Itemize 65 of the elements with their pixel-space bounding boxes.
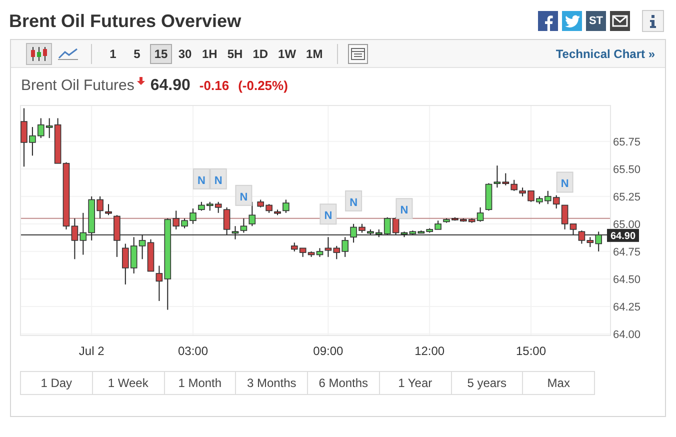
layout-icon[interactable]	[348, 44, 368, 64]
annotation: N	[214, 174, 222, 187]
x-axis-label: 09:00	[313, 344, 344, 358]
candle	[198, 201, 205, 212]
annotation: N	[324, 210, 332, 222]
y-axis-label: 64.00	[613, 329, 641, 341]
candle	[528, 190, 534, 202]
current-price-label: 64.90	[607, 228, 639, 242]
candle	[29, 126, 36, 156]
y-axis-label: 65.50	[613, 164, 641, 176]
candle	[536, 196, 543, 205]
candle	[350, 223, 357, 244]
info-icon[interactable]	[642, 10, 664, 32]
candle	[367, 228, 374, 236]
annotation: N	[197, 174, 206, 187]
candle	[443, 218, 450, 224]
candle	[282, 199, 290, 214]
x-axis-label: Jul 2	[78, 344, 104, 358]
candle	[274, 209, 281, 216]
interval-button[interactable]: 1	[102, 44, 124, 64]
interval-button[interactable]: 1W	[274, 44, 300, 64]
interval-button[interactable]: 15	[150, 44, 172, 64]
candle	[358, 223, 366, 234]
annotation: N	[350, 196, 358, 209]
candle	[114, 214, 120, 258]
candle	[266, 204, 272, 214]
candle	[434, 220, 442, 230]
instrument-name: Brent Oil Futures	[21, 76, 134, 96]
interval-button[interactable]: 30	[174, 44, 196, 64]
candle	[181, 218, 188, 229]
candle	[105, 204, 112, 216]
y-axis-label: 65.00	[613, 218, 641, 231]
stocktwits-icon[interactable]: ST	[586, 11, 606, 31]
candlestick-icon	[30, 46, 48, 60]
candle	[452, 216, 458, 222]
interval-button[interactable]: 5	[126, 44, 148, 64]
interval-button[interactable]: 1M	[302, 44, 327, 64]
annotation: N	[560, 178, 569, 190]
y-axis-label: 65.25	[613, 191, 641, 204]
line-chart-icon	[58, 48, 78, 60]
y-axis-label: 64.50	[613, 274, 641, 286]
candle	[20, 108, 28, 168]
annotation: N	[400, 204, 408, 217]
ref-line-label: 64.90	[610, 230, 636, 242]
candlestick-chart-button[interactable]	[26, 42, 52, 64]
y-axis-label: 64.25	[613, 301, 641, 314]
technical-chart-link[interactable]: Technical Chart »	[556, 44, 655, 62]
interval-button[interactable]: 5H	[223, 44, 247, 64]
interval-button[interactable]: 1H	[198, 44, 222, 64]
candle	[190, 208, 196, 224]
candle	[96, 196, 104, 219]
interval-button[interactable]: 1D	[248, 44, 272, 64]
facebook-icon[interactable]	[538, 11, 558, 31]
candle	[519, 187, 526, 197]
x-axis-label: 03:00	[178, 344, 208, 358]
x-axis-label: 12:00	[414, 344, 445, 358]
y-axis-label: 65.75	[613, 136, 641, 148]
y-axis-label: 64.75	[613, 246, 641, 258]
mail-icon[interactable]	[610, 11, 630, 31]
annotation: N	[240, 191, 248, 204]
last-price: 64.90	[150, 76, 190, 96]
page-title: Brent Oil Futures Overview	[9, 10, 242, 33]
price-change: -0.16	[199, 77, 230, 95]
x-axis-label: 15:00	[516, 344, 546, 358]
percent-change: (-0.25%)	[238, 77, 288, 95]
